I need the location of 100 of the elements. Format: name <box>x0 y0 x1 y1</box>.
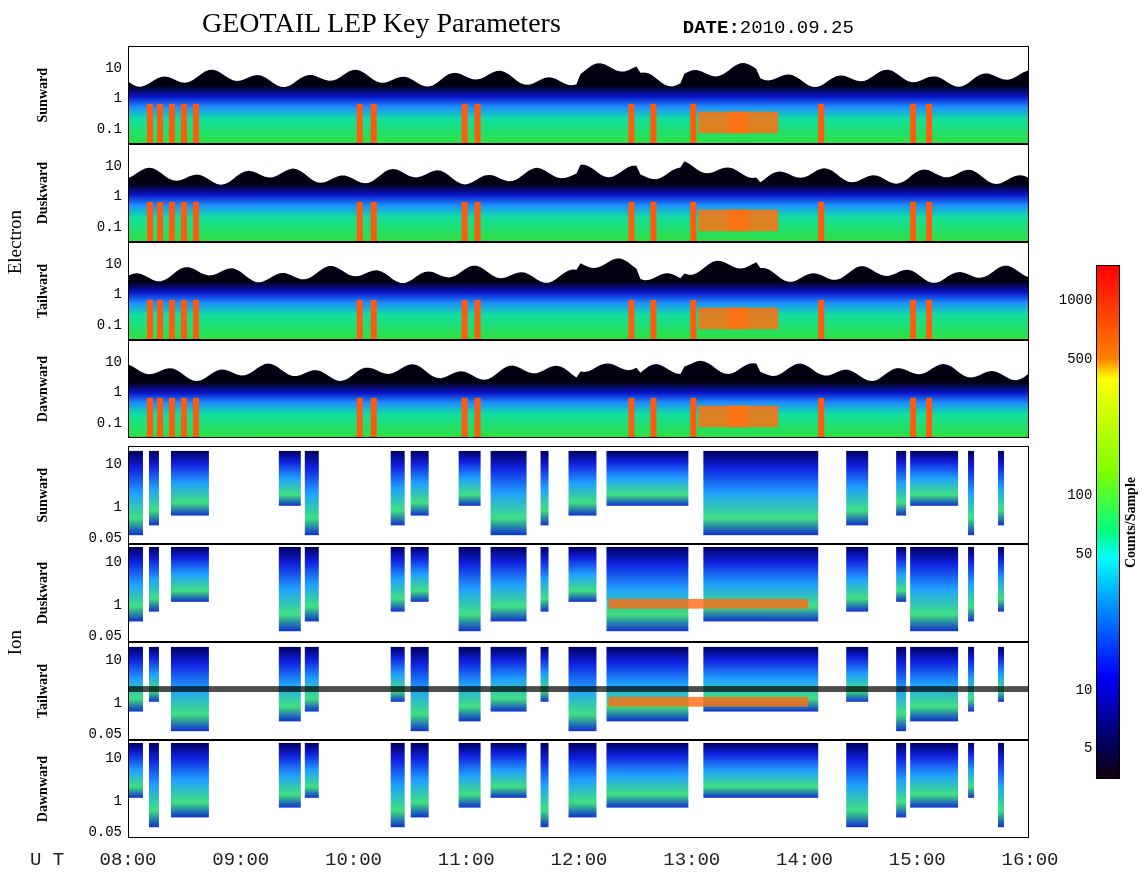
count-patch <box>170 451 209 516</box>
intensity-stripe <box>650 398 657 438</box>
intensity-stripe <box>156 300 163 340</box>
y-tick-label: 0.1 <box>96 415 122 430</box>
direction-label: Tailward <box>35 664 51 719</box>
direction-label: Duskward <box>35 162 51 225</box>
direction-label: Sunward <box>35 68 51 123</box>
x-tick-label: 08:00 <box>99 848 157 873</box>
y-tick-label: 10 <box>105 257 122 271</box>
intensity-stripe <box>690 202 697 242</box>
count-patch <box>458 451 481 507</box>
intensity-stripe <box>192 202 199 242</box>
intensity-stripe <box>356 202 363 242</box>
y-tick-label: 1 <box>113 91 122 106</box>
intensity-stripe <box>926 104 933 144</box>
y-tick-label: 0.1 <box>96 317 122 332</box>
intensity-stripe <box>370 300 377 340</box>
y-tick-label: 10 <box>105 457 122 472</box>
intensity-stripe <box>147 104 153 144</box>
intensity-stripe <box>474 104 481 144</box>
intensity-stripe <box>690 104 697 144</box>
y-tick-label: 1 <box>113 287 122 302</box>
x-tick-label: 10:00 <box>325 848 382 873</box>
count-patch <box>149 547 159 613</box>
colorbar-tick-label: 100 <box>1067 488 1093 503</box>
intensity-stripe <box>147 398 153 438</box>
colorbar-tick-label: 5 <box>1084 741 1093 756</box>
count-patch <box>410 451 429 516</box>
intensity-stripe <box>168 300 175 340</box>
intensity-stripe <box>147 300 153 340</box>
count-patch <box>968 647 975 712</box>
intensity-patch <box>728 308 779 330</box>
direction-label: Sunward <box>35 468 51 523</box>
intensity-stripe <box>628 300 635 340</box>
y-tick-label: 10 <box>105 61 122 75</box>
intensity-patch <box>728 112 779 134</box>
intensity-stripe <box>180 104 187 144</box>
intensity-stripe <box>461 398 468 438</box>
particle-label: Electron <box>4 210 26 275</box>
intensity-stripe <box>628 202 635 242</box>
intensity-stripe <box>156 202 163 242</box>
count-patch <box>568 547 597 603</box>
intensity-stripe <box>168 104 175 144</box>
intensity-stripe <box>910 398 917 438</box>
y-tick-label: 0.05 <box>88 726 122 741</box>
intensity-stripe <box>818 202 825 242</box>
intensity-stripe <box>910 104 917 144</box>
colorbar-tick-label: 1000 <box>1058 293 1093 308</box>
y-tick-label: 10 <box>105 751 122 766</box>
intensity-stripe <box>474 398 481 438</box>
y-tick-label: 1 <box>113 189 122 204</box>
intensity-stripe <box>926 398 933 438</box>
direction-label: Dawnward <box>35 356 51 423</box>
intensity-stripe <box>356 398 363 438</box>
y-tick-label: 10 <box>105 555 122 570</box>
intensity-stripe <box>650 104 657 144</box>
x-tick-label: 15:00 <box>888 848 946 873</box>
intensity-stripe <box>461 202 468 242</box>
intensity-stripe <box>461 300 468 340</box>
intensity-stripe <box>461 104 468 144</box>
count-patch <box>458 743 481 809</box>
colorbar-tick-label: 500 <box>1067 351 1093 366</box>
count-patch <box>846 547 869 613</box>
colorbar-tick-label: 10 <box>1075 682 1093 697</box>
x-tick-label: 13:00 <box>663 848 721 873</box>
y-tick-label: 0.05 <box>88 824 122 839</box>
intensity-stripe <box>818 300 825 340</box>
intensity-stripe <box>474 300 481 340</box>
count-patch <box>998 547 1005 613</box>
intensity-stripe <box>650 300 657 340</box>
particle-label: Ion <box>4 629 26 656</box>
y-tick-label: 1 <box>113 696 122 711</box>
intensity-stripe <box>818 104 825 144</box>
count-patch <box>910 451 959 507</box>
y-tick-label: 1 <box>113 598 122 613</box>
intensity-stripe <box>168 202 175 242</box>
y-tick-label: 0.1 <box>96 219 122 234</box>
intensity-stripe <box>180 300 187 340</box>
intensity-stripe <box>370 398 377 438</box>
count-patch <box>968 743 975 799</box>
intensity-stripe <box>926 300 933 340</box>
y-tick-label: 10 <box>105 159 122 173</box>
y-tick-label: 10 <box>105 653 122 668</box>
intensity-stripe <box>356 104 363 144</box>
x-tick-label: 11:00 <box>437 848 495 873</box>
colorbar-tick-label: 50 <box>1075 546 1093 561</box>
count-patch <box>540 547 549 613</box>
count-patch <box>129 647 143 712</box>
intensity-stripe <box>910 300 917 340</box>
count-patch <box>390 547 405 613</box>
intensity-patch <box>728 210 779 232</box>
intensity-stripe <box>926 202 933 242</box>
plot-date: DATE:2010.09.25 <box>682 17 854 40</box>
intensity-stripe <box>690 398 697 438</box>
direction-label: Dawnward <box>35 756 51 823</box>
intensity-stripe <box>818 398 825 438</box>
y-tick-label: 0.1 <box>96 121 122 136</box>
x-tick-label: 09:00 <box>212 848 270 873</box>
intensity-stripe <box>180 202 187 242</box>
intensity-stripe <box>192 300 199 340</box>
